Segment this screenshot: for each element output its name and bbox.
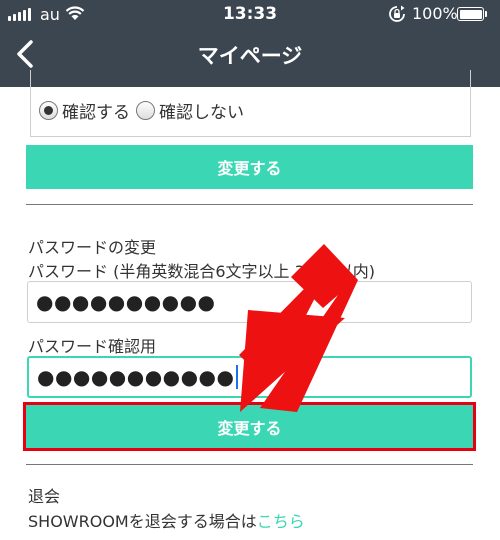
text-caret [236, 365, 239, 389]
password-value: ●●●●●●●●●● [36, 290, 216, 314]
withdraw-text: SHOWROOMを退会する場合はこちら [28, 508, 305, 532]
radio-confirm[interactable] [39, 101, 58, 120]
password-label: パスワード (半角英数混合6文字以上 3文字以内) [28, 262, 376, 281]
page-title: マイページ [197, 44, 303, 68]
withdraw-link[interactable]: こちら [257, 512, 305, 531]
confirm-setting-options: 確認する 確認しない [39, 98, 250, 123]
password-confirm-value: ●●●●●●●●●●● [37, 365, 235, 389]
rotation-lock-icon [388, 5, 406, 27]
status-bar: au 13:33 100% [0, 0, 500, 30]
radio-label-no-confirm[interactable]: 確認しない [159, 98, 244, 123]
battery-tip [485, 11, 487, 17]
change-confirm-setting-button[interactable]: 変更する [26, 145, 473, 189]
password-confirm-label: パスワード確認用 [28, 337, 157, 356]
withdraw-title: 退会 [28, 487, 61, 506]
password-section-title: パスワードの変更 [28, 238, 157, 257]
password-confirm-field[interactable]: ●●●●●●●●●●● [27, 356, 472, 398]
radio-no-confirm[interactable] [136, 101, 155, 120]
password-field[interactable]: ●●●●●●●●●● [27, 281, 472, 323]
radio-label-confirm[interactable]: 確認する [62, 98, 130, 123]
withdraw-description: SHOWROOMを退会する場合は [28, 512, 257, 531]
section-divider [26, 464, 473, 465]
battery-icon [457, 7, 484, 21]
change-password-button[interactable]: 変更する [23, 402, 476, 451]
battery-percent: 100% [412, 4, 458, 23]
section-divider [26, 204, 473, 205]
